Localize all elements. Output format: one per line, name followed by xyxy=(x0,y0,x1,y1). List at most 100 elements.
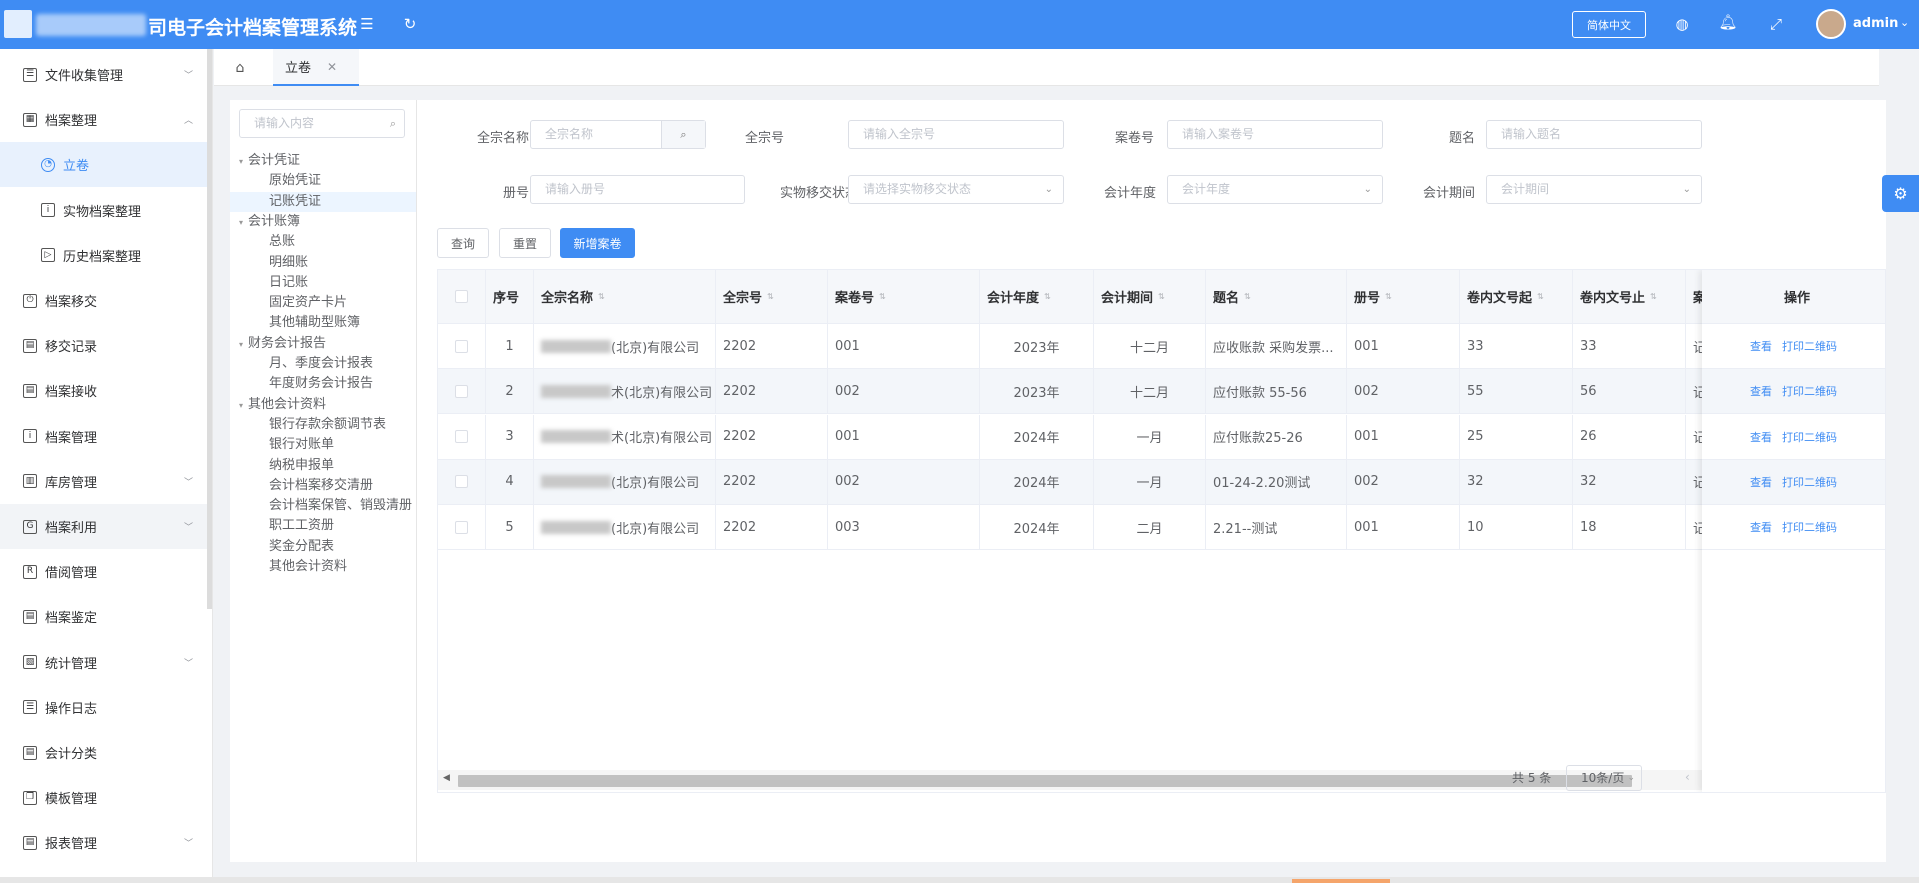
user-name[interactable]: admin xyxy=(1853,16,1898,31)
sidebar-item[interactable]: ▤ 档案接收 xyxy=(0,368,212,413)
page-size-select[interactable]: 10条/页 ⌄ xyxy=(1566,765,1642,791)
row-checkbox[interactable] xyxy=(455,520,468,534)
sidebar-item[interactable]: ⏻ 档案移交 xyxy=(0,278,212,323)
view-link[interactable]: 查看 xyxy=(1750,474,1772,490)
sort-icon[interactable]: ⇅ xyxy=(879,292,886,301)
caret-down-icon[interactable]: ▾ xyxy=(234,152,248,172)
fullscreen-icon[interactable]: ⤢ xyxy=(1767,15,1785,33)
tree-group[interactable]: ▾ 其他会计资料 xyxy=(230,395,326,415)
sidebar-scrollbar[interactable] xyxy=(207,49,212,609)
column-header[interactable]: 全宗名称 ⇅ xyxy=(534,270,716,324)
print-qrcode-link[interactable]: 打印二维码 xyxy=(1782,519,1837,535)
view-link[interactable]: 查看 xyxy=(1750,383,1772,399)
tree-group[interactable]: ▾ 会计凭证 xyxy=(230,151,300,171)
tree-leaf[interactable]: 会计档案移交清册 xyxy=(230,476,373,496)
view-link[interactable]: 查看 xyxy=(1750,429,1772,445)
row-checkbox[interactable] xyxy=(455,339,468,353)
title-input[interactable]: 请输入题名 xyxy=(1486,120,1702,149)
add-file-button[interactable]: 新增案卷 xyxy=(560,228,635,258)
sidebar-item[interactable]: ◔ 立卷 xyxy=(0,142,212,188)
sidebar-item[interactable]: ▦ 档案整理 ︿ xyxy=(0,97,212,142)
sidebar-item[interactable]: ▧ 统计管理 ﹀ xyxy=(0,640,212,685)
sidebar-item[interactable]: ☰ 操作日志 xyxy=(0,685,212,730)
view-link[interactable]: 查看 xyxy=(1750,519,1772,535)
scrollbar-thumb[interactable] xyxy=(458,775,1632,787)
sidebar-item[interactable]: i 实物档案整理 xyxy=(0,188,212,233)
tree-leaf[interactable]: 职工工资册 xyxy=(230,516,334,536)
column-header[interactable]: 会计年度 ⇅ xyxy=(980,270,1094,324)
close-icon[interactable]: ✕ xyxy=(327,60,337,74)
chevron-down-icon[interactable]: ⌄ xyxy=(1900,16,1909,29)
sidebar-item[interactable]: ▥ 库房管理 ﹀ xyxy=(0,459,212,504)
sort-icon[interactable]: ⇅ xyxy=(767,292,774,301)
sidebar-item[interactable]: ▤ 档案鉴定 xyxy=(0,594,212,639)
menu-fold-icon[interactable]: ☰ xyxy=(358,15,376,33)
tree-leaf[interactable]: 原始凭证 xyxy=(230,171,321,191)
sort-icon[interactable]: ⇅ xyxy=(598,292,605,301)
tree-leaf[interactable]: 总账 xyxy=(230,232,295,252)
search-icon[interactable]: ⌕ xyxy=(661,121,705,148)
column-header[interactable]: 会计期间 ⇅ xyxy=(1094,270,1206,324)
sort-icon[interactable]: ⇅ xyxy=(1537,292,1544,301)
tree-leaf[interactable]: 月、季度会计报表 xyxy=(230,354,373,374)
print-qrcode-link[interactable]: 打印二维码 xyxy=(1782,383,1837,399)
sidebar-item[interactable]: i 档案管理 xyxy=(0,414,212,459)
caret-down-icon[interactable]: ▾ xyxy=(234,396,248,416)
row-checkbox[interactable] xyxy=(455,430,468,444)
settings-gear-icon[interactable]: ⚙ xyxy=(1882,175,1919,212)
caret-down-icon[interactable]: ▾ xyxy=(234,335,248,355)
tree-leaf[interactable]: 银行存款余额调节表 xyxy=(230,415,386,435)
column-header[interactable]: 卷内文号止 ⇅ xyxy=(1573,270,1686,324)
refresh-icon[interactable]: ↻ xyxy=(401,15,419,33)
tree-leaf[interactable]: 纳税申报单 xyxy=(230,456,334,476)
sidebar-item[interactable]: ▤ 报表管理 ﹀ xyxy=(0,820,212,865)
reset-button[interactable]: 重置 xyxy=(499,228,551,258)
language-button[interactable]: 简体中文 xyxy=(1572,11,1646,38)
sidebar-item[interactable]: R 借阅管理 xyxy=(0,549,212,594)
home-icon[interactable]: ⌂ xyxy=(230,58,250,78)
row-checkbox[interactable] xyxy=(455,384,468,398)
column-header[interactable]: 案卷号 ⇅ xyxy=(828,270,980,324)
globe-icon[interactable]: ◍ xyxy=(1673,15,1691,33)
fonds-name-input[interactable]: 全宗名称 ⌕ xyxy=(530,120,706,149)
sort-icon[interactable]: ⇅ xyxy=(1650,292,1657,301)
column-header[interactable]: 册号 ⇅ xyxy=(1347,270,1460,324)
print-qrcode-link[interactable]: 打印二维码 xyxy=(1782,429,1837,445)
tree-group[interactable]: ▾ 会计账簿 xyxy=(230,212,300,232)
tree-leaf[interactable]: 银行对账单 xyxy=(230,435,334,455)
sidebar-item[interactable]: G 档案利用 ﹀ xyxy=(0,504,212,549)
tree-leaf[interactable]: 年度财务会计报告 xyxy=(230,374,373,394)
transfer-status-select[interactable]: 请选择实物移交状态 ⌄ xyxy=(848,175,1064,204)
sort-icon[interactable]: ⇅ xyxy=(1244,292,1251,301)
sort-icon[interactable]: ⇅ xyxy=(1385,292,1392,301)
sort-icon[interactable]: ⇅ xyxy=(1044,292,1051,301)
row-checkbox[interactable] xyxy=(455,475,468,489)
tree-leaf[interactable]: 其他会计资料 xyxy=(230,557,347,577)
caret-down-icon[interactable]: ▾ xyxy=(234,213,248,233)
column-header[interactable]: 卷内文号起 ⇅ xyxy=(1460,270,1573,324)
tree-group[interactable]: ▾ 财务会计报告 xyxy=(230,334,326,354)
avatar[interactable] xyxy=(1816,9,1846,39)
sidebar-item[interactable]: ▷ 历史档案整理 xyxy=(0,233,212,278)
year-picker[interactable]: 会计年度 ⌄ xyxy=(1167,175,1383,204)
tree-leaf[interactable]: 固定资产卡片 xyxy=(230,293,347,313)
file-no-input[interactable]: 请输入案卷号 xyxy=(1167,120,1383,149)
sidebar-item[interactable]: ▤ 会计分类 xyxy=(0,730,212,775)
tree-leaf[interactable]: 明细账 xyxy=(230,253,308,273)
print-qrcode-link[interactable]: 打印二维码 xyxy=(1782,338,1837,354)
scroll-left-icon[interactable]: ◀ xyxy=(443,773,450,783)
tree-leaf[interactable]: 其他辅助型账簿 xyxy=(230,313,360,333)
sidebar-item[interactable]: ▤ 移交记录 xyxy=(0,323,212,368)
sort-icon[interactable]: ⇅ xyxy=(1158,292,1165,301)
bell-icon[interactable]: 🔔︎ xyxy=(1718,13,1737,31)
table-horizontal-scrollbar[interactable]: ◀ ▶ xyxy=(438,770,1885,790)
period-picker[interactable]: 会计期间 ⌄ xyxy=(1486,175,1702,204)
tab-lijuan[interactable]: 立卷 ✕ xyxy=(273,49,359,86)
column-header[interactable]: 序号 xyxy=(486,270,534,324)
select-all-checkbox[interactable] xyxy=(455,290,468,303)
column-header[interactable]: 全宗号 ⇅ xyxy=(716,270,828,324)
print-qrcode-link[interactable]: 打印二维码 xyxy=(1782,474,1837,490)
column-header[interactable]: 题名 ⇅ xyxy=(1206,270,1347,324)
tree-leaf[interactable]: 日记账 xyxy=(230,273,308,293)
tree-leaf[interactable]: 记账凭证 xyxy=(230,191,416,212)
